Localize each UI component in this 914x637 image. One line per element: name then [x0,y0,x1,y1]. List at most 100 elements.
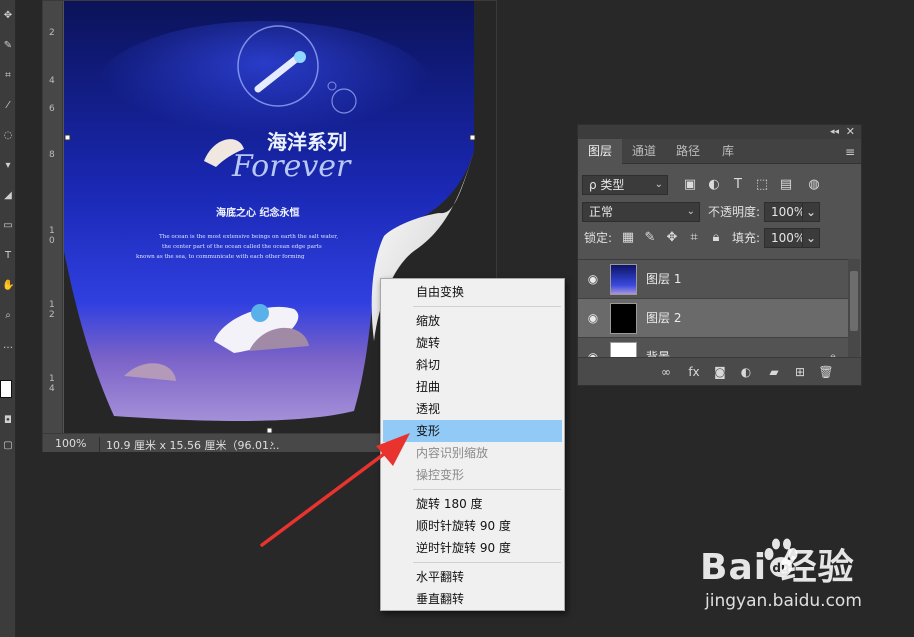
tab-libraries[interactable]: 库 [712,139,744,164]
menu-item-rotate[interactable]: 旋转 [383,332,562,354]
menu-separator [413,489,561,490]
menu-item-rotate-90-ccw[interactable]: 逆时针旋转 90 度 [383,537,562,559]
visibility-eye-icon[interactable]: ◉ [586,350,600,357]
brush-tool-icon[interactable]: ✎ [2,40,14,52]
menu-item-perspective[interactable]: 透视 [383,398,562,420]
filter-toggle-icon[interactable]: ◍ [806,177,822,193]
layer-style-fx-icon[interactable]: fx [686,364,702,380]
visibility-eye-icon[interactable]: ◉ [586,272,600,286]
ruler-number: 6 [49,104,55,114]
tab-channels[interactable]: 通道 [622,139,666,164]
layer-row[interactable]: ◉ 背景 🔒︎ [578,338,848,357]
chevron-down-icon: ⌄ [654,179,663,190]
link-layers-icon[interactable]: ∞ [658,364,674,380]
watermark-brand: Bai 经验 [700,547,855,588]
adjustment-filter-icon[interactable]: ◐ [706,177,722,193]
filter-kind-select[interactable]: ρ 类型 ⌄ [582,175,668,195]
layer-row[interactable]: ◉ 图层 1 [578,260,848,299]
layers-scrollbar[interactable] [848,259,860,357]
lock-fill-row: 锁定: ▦ ✎ ✥ ⌗ 🔒︎ 填充: 100% ⌄ [578,226,863,252]
zoom-level[interactable]: 100% [55,437,86,450]
layers-panel-footer: ∞ fx ◙ ◐ ▰ ⊞ 🗑︎ [578,357,861,385]
transform-context-menu: 自由变换 缩放 旋转 斜切 扭曲 透视 变形 内容识别缩放 操控变形 旋转 18… [380,278,565,611]
lock-artboard-icon[interactable]: ⌗ [686,230,702,246]
tools-panel: ✥ ✎ ⌗ ⁄ ◌ ▾ ◢ ▭ T ✋ ⌕ … ◘ ▢ [0,0,16,637]
tab-paths[interactable]: 路径 [666,139,710,164]
layer-thumbnail [610,342,637,357]
stamp-tool-icon[interactable]: ▾ [2,160,14,172]
foreground-color-swatch[interactable] [0,380,12,398]
move-tool-icon[interactable]: ✥ [2,10,14,22]
poster-body-line: the center part of the ocean called the … [162,244,322,250]
opacity-value: 100% [771,205,806,219]
layer-thumbnail [610,264,637,295]
lock-label: 锁定: [584,231,613,245]
baidu-jingyan-watermark: du Bai 经验 jingyan.baidu.com [700,538,910,618]
chevron-down-icon: ⌄ [686,206,695,217]
lock-all-icon[interactable]: 🔒︎ [708,230,724,246]
menu-separator [413,562,561,563]
layers-list: ◉ 图层 1 ◉ 图层 2 ◉ 背景 🔒︎ [578,259,848,357]
smart-object-filter-icon[interactable]: ▤ [778,177,794,193]
fill-dropdown[interactable]: ⌄ [802,228,820,248]
crop-tool-icon[interactable]: ⌗ [2,70,14,82]
quick-mask-icon[interactable]: ◘ [2,415,14,427]
panel-menu-icon[interactable]: ≡ [845,145,855,159]
fill-value: 100% [771,231,806,245]
trash-icon[interactable]: 🗑︎ [818,364,834,380]
close-icon[interactable]: ✕ [846,125,855,139]
text-tool-icon[interactable]: T [2,250,14,262]
menu-item-warp[interactable]: 变形 [383,420,562,442]
poster-slogan: 海底之心 纪念永恒 [216,206,299,219]
screen-mode-icon[interactable]: ▢ [2,440,14,452]
layer-name[interactable]: 背景 [646,338,670,357]
lock-image-icon[interactable]: ✎ [642,230,658,246]
menu-item-scale[interactable]: 缩放 [383,310,562,332]
ruler-number: 2 [49,310,55,320]
status-menu-arrow[interactable]: › [270,437,274,450]
collapse-panel-icon[interactable]: ◂◂ [830,125,839,139]
blend-mode-value: 正常 [589,205,614,219]
layer-name[interactable]: 图层 1 [646,260,681,299]
lock-transparent-icon[interactable]: ▦ [620,230,636,246]
gradient-tool-icon[interactable]: ▭ [2,220,14,232]
menu-item-flip-vertical[interactable]: 垂直翻转 [383,588,562,610]
filter-kind-label: ρ 类型 [589,178,625,192]
eraser-tool-icon[interactable]: ◢ [2,190,14,202]
more-tools-icon[interactable]: … [2,340,14,352]
ruler-number: 2 [49,28,55,38]
menu-separator [413,306,561,307]
layer-name[interactable]: 图层 2 [646,299,681,338]
poster-body-line: known as the sea, to communicate with ea… [136,254,305,260]
menu-item-flip-horizontal[interactable]: 水平翻转 [383,566,562,588]
menu-item-free-transform[interactable]: 自由变换 [383,281,562,303]
tab-layers[interactable]: 图层 [578,139,623,164]
hand-tool-icon[interactable]: ✋ [2,280,14,292]
shape-filter-icon[interactable]: ⬚ [754,177,770,193]
adjustment-layer-icon[interactable]: ◐ [738,364,754,380]
menu-item-rotate-90-cw[interactable]: 顺时针旋转 90 度 [383,515,562,537]
document-size-info[interactable]: 10.9 厘米 x 15.56 厘米（96.01... [99,437,279,453]
new-layer-icon[interactable]: ⊞ [792,364,808,380]
ruler-number: 8 [49,150,55,160]
layer-row[interactable]: ◉ 图层 2 [578,299,848,338]
pixel-filter-icon[interactable]: ▣ [682,177,698,193]
fill-label: 填充: [732,231,761,245]
opacity-dropdown[interactable]: ⌄ [802,202,820,222]
poster-title-en: Forever [231,149,352,184]
heal-tool-icon[interactable]: ◌ [2,130,14,142]
menu-item-rotate-180[interactable]: 旋转 180 度 [383,493,562,515]
add-mask-icon[interactable]: ◙ [712,364,728,380]
type-filter-icon[interactable]: T [730,177,746,193]
blend-mode-select[interactable]: 正常 ⌄ [582,202,700,222]
scrollbar-thumb[interactable] [850,271,858,331]
menu-item-skew[interactable]: 斜切 [383,354,562,376]
visibility-eye-icon[interactable]: ◉ [586,311,600,325]
lock-position-icon[interactable]: ✥ [664,230,680,246]
zoom-tool-icon[interactable]: ⌕ [2,310,14,322]
layer-filter-row: ρ 类型 ⌄ ▣ ◐ T ⬚ ▤ ◍ [578,173,863,199]
menu-item-distort[interactable]: 扭曲 [383,376,562,398]
eyedropper-tool-icon[interactable]: ⁄ [2,100,14,112]
new-group-icon[interactable]: ▰ [766,364,782,380]
chevron-down-icon: ⌄ [806,231,817,245]
